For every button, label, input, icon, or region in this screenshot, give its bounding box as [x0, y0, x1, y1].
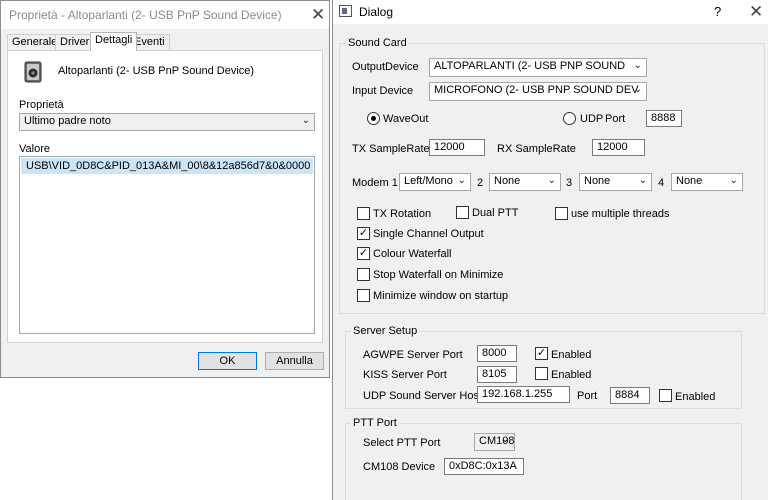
window-title: Proprietà - Altoparlanti (2- USB PnP Sou…: [9, 8, 282, 22]
modem2-value: None: [494, 175, 521, 187]
udp-enabled-label: Enabled: [675, 391, 716, 403]
tx-samplerate-label: TX SampleRate: [352, 143, 430, 155]
tab-generale[interactable]: Generale: [7, 34, 63, 50]
close-icon[interactable]: ✕: [311, 6, 325, 23]
udp-port-input[interactable]: 8888: [646, 110, 682, 127]
properties-window: Proprietà - Altoparlanti (2- USB PnP Sou…: [0, 0, 330, 378]
udp-port-label: Port: [605, 113, 626, 125]
tx-rotation-checkbox[interactable]: [357, 207, 370, 220]
agwpe-port-input[interactable]: 8000: [477, 345, 517, 362]
tx-rotation-label: TX Rotation: [373, 208, 432, 220]
kiss-port-input[interactable]: 8105: [477, 366, 517, 383]
input-device-value: MICROFONO (2- USB PNP SOUND DEV: [434, 84, 639, 96]
rx-samplerate-input[interactable]: 12000: [592, 139, 645, 156]
chevron-down-icon: ⌄: [501, 434, 510, 445]
tab-driver[interactable]: Driver: [55, 34, 95, 50]
title-bar: Proprietà - Altoparlanti (2- USB PnP Sou…: [1, 1, 329, 29]
list-item[interactable]: USB\VID_0D8C&PID_013A&MI_00\8&12a856d7&0…: [21, 158, 313, 174]
window-title: Dialog: [359, 5, 394, 19]
waveout-label: WaveOut: [383, 113, 429, 125]
chevron-down-icon: ⌄: [633, 60, 642, 71]
single-channel-checkbox[interactable]: ✓: [357, 227, 370, 240]
multi-threads-label: use multiple threads: [571, 208, 670, 220]
ptt-port-label: PTT Port: [351, 417, 399, 429]
udp-enabled-checkbox[interactable]: [659, 389, 672, 402]
kiss-port-label: KISS Server Port: [363, 369, 447, 381]
agwpe-enabled-checkbox[interactable]: ✓: [535, 347, 548, 360]
value-list[interactable]: USB\VID_0D8C&PID_013A&MI_00\8&12a856d7&0…: [19, 156, 315, 334]
modem2-label: 2: [477, 177, 484, 189]
title-bar: Dialog ? ✕: [333, 0, 768, 24]
agwpe-port-label: AGWPE Server Port: [363, 349, 463, 361]
chevron-down-icon: ⌄: [633, 84, 642, 95]
cancel-button[interactable]: Annulla: [265, 352, 324, 370]
stop-waterfall-checkbox[interactable]: [357, 268, 370, 281]
kiss-enabled-checkbox[interactable]: [535, 367, 548, 380]
input-device-select[interactable]: MICROFONO (2- USB PNP SOUND DEV ⌄: [429, 82, 647, 101]
property-label: Proprietà: [19, 99, 64, 111]
waveout-radio[interactable]: [367, 112, 380, 125]
modem2-select[interactable]: None ⌄: [489, 173, 561, 191]
tab-dettagli[interactable]: Dettagli: [90, 32, 138, 51]
device-name: Altoparlanti (2- USB PnP Sound Device): [58, 65, 255, 77]
modem4-value: None: [676, 175, 703, 187]
rx-samplerate-label: RX SampleRate: [497, 143, 576, 155]
modem1-label: Modem 1: [352, 177, 398, 189]
modem4-select[interactable]: None ⌄: [671, 173, 743, 191]
modem3-label: 3: [566, 177, 573, 189]
cm108-device-input[interactable]: 0xD8C:0x13A: [444, 458, 524, 475]
server-setup-label: Server Setup: [351, 325, 420, 337]
app-icon: [339, 5, 352, 17]
cm108-device-label: CM108 Device: [363, 461, 436, 473]
chevron-down-icon: ⌄: [547, 175, 556, 186]
modem4-label: 4: [658, 177, 665, 189]
kiss-enabled-label: Enabled: [551, 369, 592, 381]
tab-panel-dettagli: Altoparlanti (2- USB PnP Sound Device) P…: [7, 50, 323, 343]
property-select-value: Ultimo padre noto: [24, 115, 111, 127]
chevron-down-icon: ⌄: [301, 115, 310, 126]
dialog-window: Dialog ? ✕ Sound Card OutputDevice ALTOP…: [332, 0, 768, 500]
colour-waterfall-label: Colour Waterfall: [373, 248, 452, 260]
close-icon[interactable]: ✕: [749, 3, 763, 20]
udp-host-input[interactable]: 192.168.1.255: [477, 386, 570, 403]
udp-server-port-label: Port: [577, 390, 598, 402]
modem3-select[interactable]: None ⌄: [579, 173, 652, 191]
property-select[interactable]: Ultimo padre noto ⌄: [19, 113, 315, 131]
udp-radio[interactable]: [563, 112, 576, 125]
stop-waterfall-label: Stop Waterfall on Minimize: [373, 269, 504, 281]
sound-card-label: Sound Card: [346, 37, 409, 49]
output-device-select[interactable]: ALTOPARLANTI (2- USB PNP SOUND ⌄: [429, 58, 647, 77]
dual-ptt-label: Dual PTT: [472, 207, 519, 219]
speaker-icon: [24, 61, 42, 83]
udp-label: UDP: [580, 113, 604, 125]
tx-samplerate-input[interactable]: 12000: [429, 139, 485, 156]
value-label: Valore: [19, 143, 50, 155]
help-icon[interactable]: ?: [714, 4, 721, 19]
minimize-startup-checkbox[interactable]: [357, 289, 370, 302]
agwpe-enabled-label: Enabled: [551, 349, 592, 361]
output-device-value: ALTOPARLANTI (2- USB PNP SOUND: [434, 60, 626, 72]
modem1-value: Left/Mono: [404, 175, 453, 187]
output-device-label: OutputDevice: [352, 61, 419, 73]
single-channel-label: Single Channel Output: [373, 228, 484, 240]
multi-threads-checkbox[interactable]: [555, 207, 568, 220]
input-device-label: Input Device: [352, 85, 414, 97]
chevron-down-icon: ⌄: [457, 175, 466, 186]
colour-waterfall-checkbox[interactable]: ✓: [357, 247, 370, 260]
minimize-startup-label: Minimize window on startup: [373, 290, 509, 302]
ok-button[interactable]: OK: [198, 352, 257, 370]
select-ptt-label: Select PTT Port: [363, 437, 441, 449]
modem1-select[interactable]: Left/Mono ⌄: [399, 173, 471, 191]
modem3-value: None: [584, 175, 611, 187]
dual-ptt-checkbox[interactable]: [456, 206, 469, 219]
chevron-down-icon: ⌄: [638, 175, 647, 186]
udp-host-label: UDP Sound Server Host: [363, 390, 483, 402]
chevron-down-icon: ⌄: [729, 175, 738, 186]
udp-server-port-input[interactable]: 8884: [610, 387, 650, 404]
